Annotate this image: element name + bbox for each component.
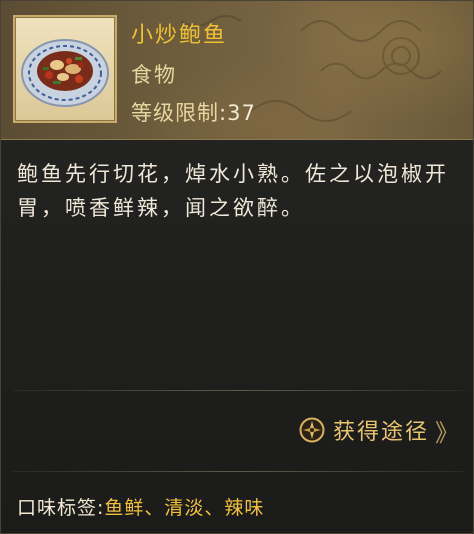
obtain-source-button[interactable]: 获得途径 》 (299, 412, 459, 448)
divider-bottom (13, 471, 463, 472)
taste-label: 口味标签: (17, 497, 105, 519)
item-description: 鲍鱼先行切花，焯水小熟。佐之以泡椒开胃，喷香鲜辣，闻之欲醉。 (17, 162, 449, 220)
item-name: 小炒鲍鱼 (131, 23, 228, 48)
stir-fried-abalone-dish-icon (21, 39, 109, 107)
obtain-source-label: 获得途径 (332, 420, 429, 445)
compass-icon (299, 417, 325, 443)
chevron-right-icon: 》 (435, 418, 459, 447)
tooltip-header: 小炒鲍鱼 食物 等级限制:37 (1, 1, 473, 140)
taste-values: 鱼鲜、清淡、辣味 (104, 497, 265, 519)
taste-tags: 口味标签:鱼鲜、清淡、辣味 (17, 493, 264, 520)
level-requirement: 等级限制:37 (131, 97, 256, 127)
item-icon-frame (13, 15, 117, 123)
item-tooltip: 小炒鲍鱼 食物 等级限制:37 鲍鱼先行切花，焯水小熟。佐之以泡椒开胃，喷香鲜辣… (0, 0, 474, 534)
level-label: 等级限制 (131, 101, 219, 125)
level-value: 37 (227, 101, 256, 125)
level-separator: : (219, 101, 228, 125)
item-type: 食物 (131, 63, 177, 87)
divider-top (13, 390, 463, 391)
